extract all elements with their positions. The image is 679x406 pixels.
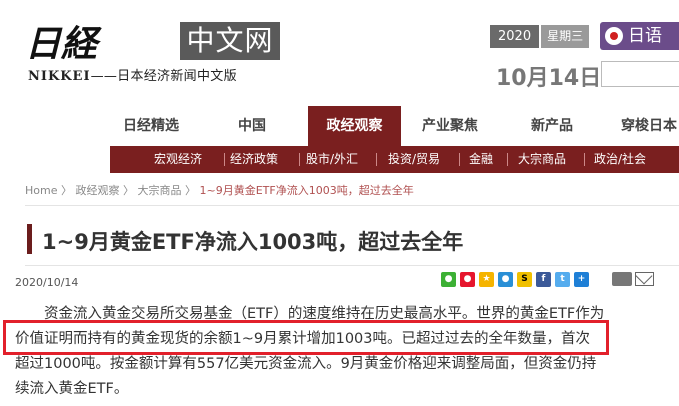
nav-item-industry[interactable]: 产业聚焦 [422, 106, 478, 146]
subnav-separator [507, 153, 508, 166]
article-line: 续流入黄金ETF。 [15, 381, 129, 397]
date-box: 2020 星期三 [490, 25, 590, 48]
breadcrumb-separator: 〉 [60, 184, 72, 197]
logo-chinese-box[interactable]: 中文网 [180, 22, 280, 60]
japanese-site-link[interactable]: 日语 [600, 22, 679, 50]
breadcrumb-commodities[interactable]: 大宗商品 [137, 184, 181, 197]
subnav-separator [459, 153, 460, 166]
subnav-policy[interactable]: 经济政策 [230, 146, 278, 173]
plus-icon[interactable]: + [574, 272, 589, 287]
japanese-link-label: 日语 [628, 26, 662, 46]
share-bar: ● ● ★ ● S f t + [441, 272, 589, 287]
qzone-icon[interactable]: ★ [479, 272, 494, 287]
print-icon[interactable] [612, 272, 632, 286]
date-display: 10月14日 [496, 60, 601, 92]
nav-item-products[interactable]: 新产品 [531, 106, 573, 146]
japan-flag-icon [605, 27, 623, 45]
main-nav: 日经精选 中国 政经观察 产业聚焦 新产品 穿梭日本 [0, 106, 679, 146]
search-input[interactable] [601, 61, 679, 87]
date-day: 14日 [548, 66, 602, 91]
subnav-stocks[interactable]: 股市/外汇 [306, 146, 358, 173]
svg-text:日経: 日経 [25, 24, 102, 60]
pengyou-icon[interactable]: ● [498, 272, 513, 287]
weibo-icon[interactable]: ● [460, 272, 475, 287]
highlight-box [3, 320, 609, 355]
facebook-icon[interactable]: f [536, 272, 551, 287]
subnav-separator [224, 153, 225, 166]
subnav-separator [584, 153, 585, 166]
nav-item-china[interactable]: 中国 [238, 106, 266, 146]
subnav-finance[interactable]: 金融 [469, 146, 493, 173]
logo-subtitle-en: NIKKEI [28, 69, 91, 84]
nikkei-logo[interactable]: 日経 [25, 24, 175, 60]
subnav-separator [376, 153, 377, 166]
year-label: 2020 [490, 25, 540, 48]
breadcrumb-separator: 〉 [184, 184, 196, 197]
twitter-icon[interactable]: t [555, 272, 570, 287]
article-title: 1~9月黄金ETF净流入1003吨，超过去全年 [42, 230, 464, 254]
date-month: 10月 [496, 66, 549, 91]
nav-item-politics[interactable]: 政经观察 [308, 106, 401, 146]
subnav-macro[interactable]: 宏观经济 [154, 146, 202, 173]
title-accent-bar [27, 224, 32, 254]
sub-nav: 宏观经济 经济政策 股市/外汇 投资/贸易 金融 大宗商品 政治/社会 [110, 146, 679, 173]
weekday-label: 星期三 [541, 25, 590, 48]
subnav-society[interactable]: 政治/社会 [594, 146, 646, 173]
breadcrumb: Home 〉 政经观察 〉 大宗商品 〉 1~9月黄金ETF净流入1003吨，超… [25, 182, 414, 198]
breadcrumb-current: 1~9月黄金ETF净流入1003吨，超过去全年 [199, 184, 414, 197]
divider [25, 265, 679, 266]
nav-item-japan[interactable]: 穿梭日本 [621, 106, 677, 146]
logo-subtitle: NIKKEI——日本经济新闻中文版 [28, 65, 237, 84]
mail-icon[interactable] [635, 272, 654, 286]
breadcrumb-home[interactable]: Home [25, 184, 57, 197]
subnav-commodities[interactable]: 大宗商品 [518, 146, 566, 173]
article-date: 2020/10/14 [15, 276, 79, 289]
subnav-trade[interactable]: 投资/贸易 [388, 146, 440, 173]
breadcrumb-separator: 〉 [122, 184, 134, 197]
nav-item-picks[interactable]: 日经精选 [123, 106, 179, 146]
sohu-icon[interactable]: S [517, 272, 532, 287]
site-header: 日経 中文网 NIKKEI——日本经济新闻中文版 2020 星期三 10月14日… [0, 0, 679, 106]
wechat-icon[interactable]: ● [441, 272, 456, 287]
divider [25, 205, 679, 206]
logo-subtitle-cn: ——日本经济新闻中文版 [90, 69, 237, 84]
breadcrumb-politics[interactable]: 政经观察 [75, 184, 119, 197]
article-line: 超过1000吨。按金额计算有557亿美元资金流入。9月黄金价格迎来调整局面，但资… [15, 356, 597, 372]
subnav-separator [299, 153, 300, 166]
